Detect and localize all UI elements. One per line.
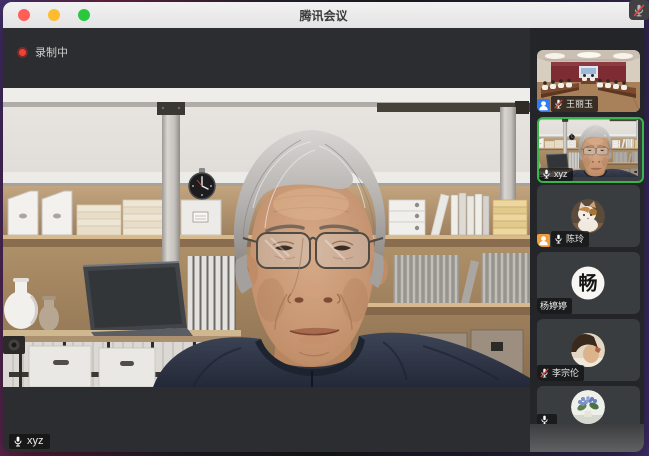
participant-tile-5[interactable]: 李宗伦: [537, 319, 640, 381]
main-video-name-tag: xyz: [9, 434, 50, 449]
person-badge-icon: [537, 234, 550, 247]
mic-on-icon: [542, 169, 551, 179]
desktop-background: 腾讯会议 xyz 录制中: [0, 0, 649, 456]
flowers-avatar: [571, 390, 605, 424]
meeting-window: 腾讯会议 xyz 录制中: [3, 2, 644, 452]
mic-muted-icon: [554, 99, 563, 109]
participant-name-tag: xyz: [539, 168, 573, 181]
mic-muted-icon: [633, 4, 645, 17]
participants-sidebar[interactable]: 王丽玉 xyz: [530, 28, 644, 452]
participant-name-tag: 王丽玉: [551, 96, 598, 112]
recording-dot-icon: [17, 47, 28, 58]
svg-text:畅: 畅: [578, 272, 597, 295]
recording-indicator: 录制中: [17, 44, 68, 60]
window-titlebar[interactable]: 腾讯会议: [3, 2, 644, 29]
participant-tile-4[interactable]: 畅 杨婷婷: [537, 252, 640, 314]
mic-on-icon: [540, 415, 549, 424]
recording-label: 录制中: [35, 44, 68, 60]
participant-tile-1[interactable]: 王丽玉: [537, 50, 640, 112]
window-title: 腾讯会议: [3, 7, 644, 24]
cat-avatar: [571, 199, 605, 233]
participant-name-tag: 杨婷婷: [537, 298, 572, 314]
participant-name-tag: [537, 414, 557, 424]
participant-name: 杨婷婷: [540, 299, 567, 312]
sidebar-bottom-panel: [530, 424, 644, 452]
calligraphy-avatar: 畅: [571, 266, 605, 300]
main-video-name: xyz: [27, 435, 44, 447]
participants-list[interactable]: 王丽玉 xyz: [530, 28, 644, 424]
mic-on-icon: [13, 436, 23, 447]
participant-tile-2-active[interactable]: xyz: [537, 117, 644, 183]
participant-name-tag: 李宗伦: [537, 365, 584, 381]
participant-name-tag: 陈玲: [551, 231, 589, 247]
system-mic-muted-overlay[interactable]: [629, 0, 649, 20]
participant-name: xyz: [554, 169, 568, 179]
participant-name: 王丽玉: [566, 97, 593, 110]
participant-tile-3[interactable]: 陈玲: [537, 185, 640, 247]
main-video-tile[interactable]: xyz: [3, 28, 530, 452]
participant-name: 陈玲: [566, 232, 584, 245]
mic-muted-icon: [540, 368, 549, 378]
mic-on-icon: [554, 234, 563, 244]
app-content: xyz 录制中: [3, 28, 644, 452]
portrait-avatar: [571, 333, 605, 367]
host-person-badge-icon: [537, 99, 550, 112]
participant-tile-6[interactable]: [537, 386, 640, 424]
participant-name: 李宗伦: [552, 366, 579, 379]
main-webcam-video: [3, 88, 530, 387]
